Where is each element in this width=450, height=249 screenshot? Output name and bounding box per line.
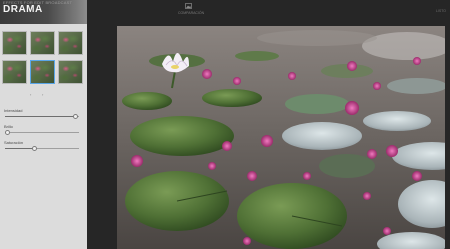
effects-panel: EFFECTS FOR EDIT BROADCAST DRAMA ‹ › Int…	[0, 0, 87, 249]
effect-thumbnail-6[interactable]	[58, 60, 83, 84]
intensity-slider-fill	[5, 116, 76, 117]
edited-photo[interactable]	[117, 26, 445, 249]
saturation-slider-handle[interactable]	[31, 146, 37, 151]
effect-thumbnail-3[interactable]	[58, 31, 83, 55]
compare-label[interactable]: COMPARACIÓN	[178, 11, 204, 15]
thumbnail-pager: ‹ ›	[30, 92, 60, 98]
effect-thumbnail-2[interactable]	[30, 31, 55, 55]
brightness-label: Brillo	[4, 124, 13, 129]
intensity-slider-row: Intensidad	[3, 108, 83, 124]
effect-title: DRAMA	[3, 4, 43, 15]
effect-thumbnail-5[interactable]	[30, 60, 55, 84]
brightness-slider[interactable]	[5, 130, 79, 135]
done-button[interactable]: LISTO	[436, 9, 446, 13]
intensity-slider-handle[interactable]	[73, 114, 79, 119]
top-toolbar: COMPARACIÓN LISTO	[87, 0, 450, 22]
lotus-pond-image	[117, 26, 445, 249]
effect-thumbnail-4[interactable]	[2, 60, 27, 84]
brightness-slider-row: Brillo	[3, 124, 83, 140]
effect-thumbnail-grid	[2, 31, 85, 84]
pager-prev-button[interactable]: ‹	[30, 92, 31, 97]
effects-panel-header: EFFECTS FOR EDIT BROADCAST DRAMA	[0, 0, 87, 24]
saturation-slider[interactable]	[5, 146, 79, 151]
saturation-slider-fill	[5, 148, 34, 149]
adjustment-sliders: Intensidad Brillo Saturación	[3, 108, 83, 156]
saturation-label: Saturación	[4, 140, 24, 145]
brightness-slider-handle[interactable]	[5, 130, 11, 135]
intensity-label: Intensidad	[4, 108, 23, 113]
compare-image-icon[interactable]	[185, 3, 192, 9]
pager-next-button[interactable]: ›	[42, 92, 43, 97]
saturation-slider-row: Saturación	[3, 140, 83, 156]
effect-thumbnail-1[interactable]	[2, 31, 27, 55]
intensity-slider[interactable]	[5, 114, 79, 119]
